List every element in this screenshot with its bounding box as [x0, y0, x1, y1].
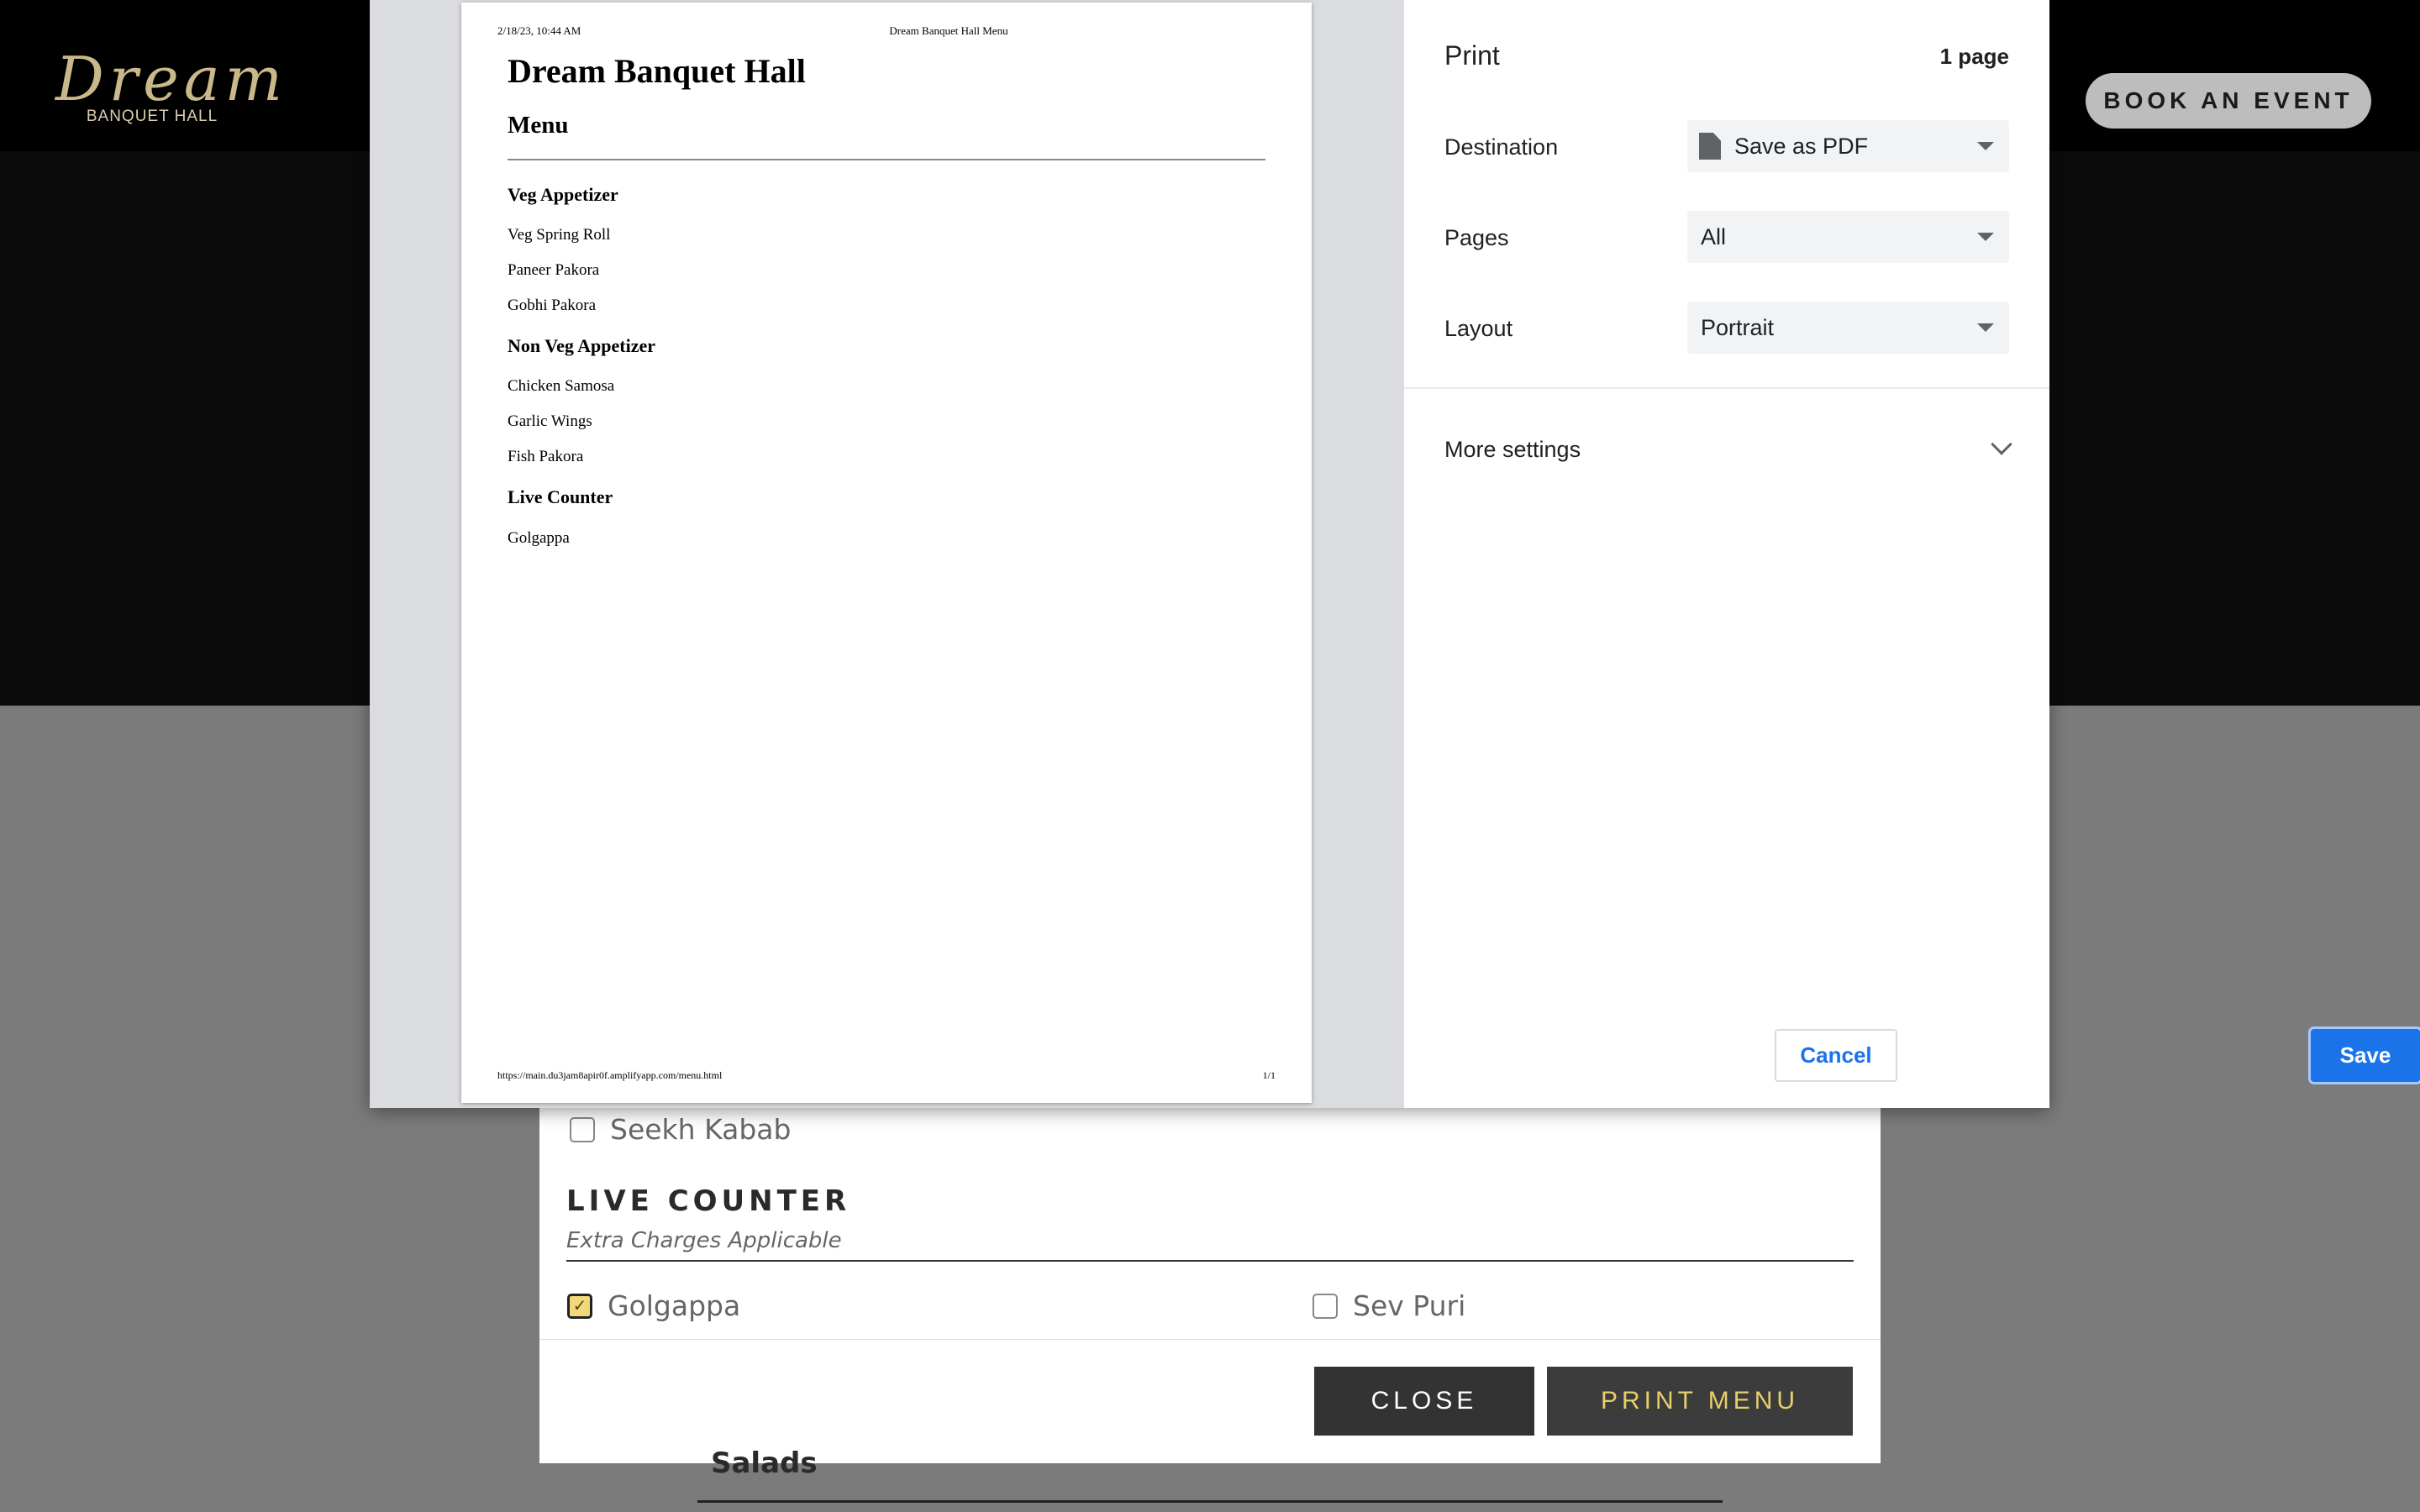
- book-event-button[interactable]: BOOK AN EVENT: [2086, 73, 2371, 129]
- preview-footer-url: https://main.du3jam8apir0f.amplifyapp.co…: [497, 1069, 723, 1081]
- section-divider: [566, 1260, 1854, 1262]
- settings-divider: [1404, 387, 2049, 389]
- salads-heading: Salads: [711, 1446, 818, 1480]
- dropdown-caret-icon: [1977, 142, 1994, 150]
- layout-value: Portrait: [1701, 314, 1775, 340]
- dropdown-caret-icon: [1977, 323, 1994, 332]
- print-dialog: 2/18/23, 10:44 AM Dream Banquet Hall Men…: [370, 0, 2420, 1108]
- menu-item-seekh-kabab[interactable]: Seekh Kabab: [570, 1113, 791, 1146]
- more-settings-toggle[interactable]: More settings: [1404, 420, 2049, 479]
- chevron-down-icon: [1991, 433, 2012, 455]
- save-button[interactable]: Save: [2311, 1029, 2420, 1082]
- save-button-wrapper: Save: [2280, 1026, 2420, 1084]
- menu-item-golgappa[interactable]: Golgappa: [567, 1289, 740, 1322]
- preview-category: Live Counter: [508, 486, 613, 507]
- close-button[interactable]: CLOSE: [1314, 1367, 1534, 1436]
- layout-select[interactable]: Portrait: [1687, 302, 2009, 354]
- preview-page: 2/18/23, 10:44 AM Dream Banquet Hall Men…: [461, 3, 1312, 1103]
- preview-divider: [508, 159, 1265, 160]
- preview-subtitle: Menu: [508, 112, 569, 139]
- preview-item: Paneer Pakora: [508, 261, 600, 279]
- salads-divider: [697, 1500, 1723, 1503]
- print-menu-button[interactable]: PRINT MENU: [1547, 1367, 1853, 1436]
- document-icon: [1699, 133, 1721, 160]
- site-logo[interactable]: Dream BANQUET HALL: [55, 44, 287, 128]
- print-title: Print: [1444, 40, 1500, 71]
- live-counter-subtitle: Extra Charges Applicable: [566, 1228, 842, 1253]
- dropdown-caret-icon: [1977, 233, 1994, 241]
- preview-item: Garlic Wings: [508, 412, 592, 430]
- preview-item: Fish Pakora: [508, 448, 584, 465]
- more-settings-label: More settings: [1444, 437, 1581, 462]
- checkbox-checked[interactable]: [567, 1293, 592, 1319]
- menu-item-sev-puri[interactable]: Sev Puri: [1313, 1289, 1465, 1322]
- preview-item: Veg Spring Roll: [508, 226, 611, 244]
- preview-category: Non Veg Appetizer: [508, 335, 655, 356]
- preview-item: Gobhi Pakora: [508, 297, 597, 314]
- menu-item-label: Sev Puri: [1353, 1289, 1466, 1322]
- preview-footer-page: 1/1: [1262, 1069, 1276, 1081]
- preview-item: Chicken Samosa: [508, 377, 615, 395]
- checkbox[interactable]: [570, 1116, 595, 1142]
- layout-label: Layout: [1444, 316, 1513, 341]
- menu-item-label: Seekh Kabab: [610, 1113, 792, 1146]
- page-count: 1 page: [1939, 44, 2009, 69]
- destination-label: Destination: [1444, 134, 1559, 160]
- preview-header-title: Dream Banquet Hall Menu: [889, 24, 1008, 37]
- menu-item-label: Golgappa: [608, 1289, 741, 1322]
- pages-select[interactable]: All: [1687, 211, 2009, 263]
- preview-item: Golgappa: [508, 529, 570, 547]
- live-counter-heading: LIVE COUNTER: [566, 1184, 851, 1218]
- destination-value: Save as PDF: [1734, 133, 1869, 159]
- destination-select[interactable]: Save as PDF: [1687, 120, 2009, 172]
- pages-label: Pages: [1444, 225, 1509, 250]
- checkbox[interactable]: [1313, 1293, 1338, 1319]
- cancel-button[interactable]: Cancel: [1775, 1029, 1897, 1082]
- preview-title: Dream Banquet Hall: [508, 52, 806, 90]
- pages-value: All: [1701, 223, 1727, 249]
- preview-category: Veg Appetizer: [508, 184, 618, 205]
- print-preview-pane: 2/18/23, 10:44 AM Dream Banquet Hall Men…: [370, 0, 1404, 1108]
- logo-script: Dream: [55, 44, 287, 114]
- print-settings-pane: Print 1 page Destination Save as PDF Pag…: [1404, 0, 2420, 1108]
